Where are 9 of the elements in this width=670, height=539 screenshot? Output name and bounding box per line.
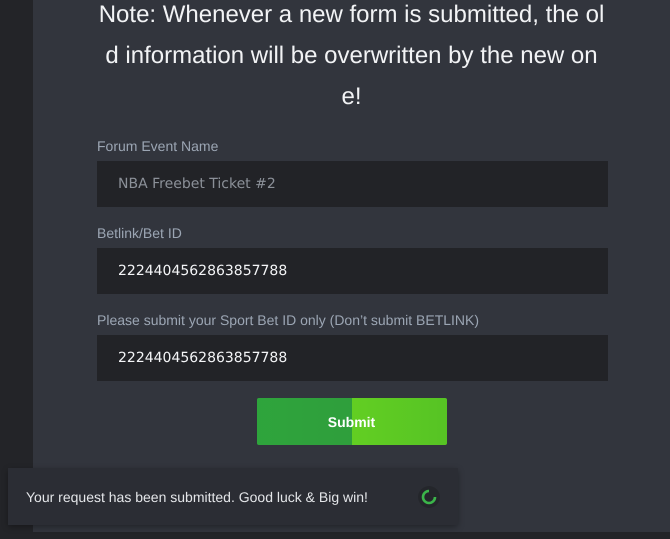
field-label: Betlink/Bet ID — [97, 224, 182, 242]
spinner-icon — [418, 486, 440, 508]
input-field[interactable]: 2224404562863857788 — [97, 335, 608, 381]
toast-message: Your request has been submitted. Good luck & Big win! — [26, 488, 369, 504]
field-label: Forum Event Name — [97, 137, 218, 155]
field-label: Please submit your Sport Bet ID only (Don’t submit BETLINK) — [97, 311, 480, 329]
input-field[interactable]: 2224404562863857788 — [97, 248, 608, 294]
input-field[interactable]: NBA Freebet Ticket #2 — [97, 161, 608, 207]
note-text: Note: Whenever a new form is submitted, the ol d information will be overwritten by the new on e! — [98, 0, 604, 112]
